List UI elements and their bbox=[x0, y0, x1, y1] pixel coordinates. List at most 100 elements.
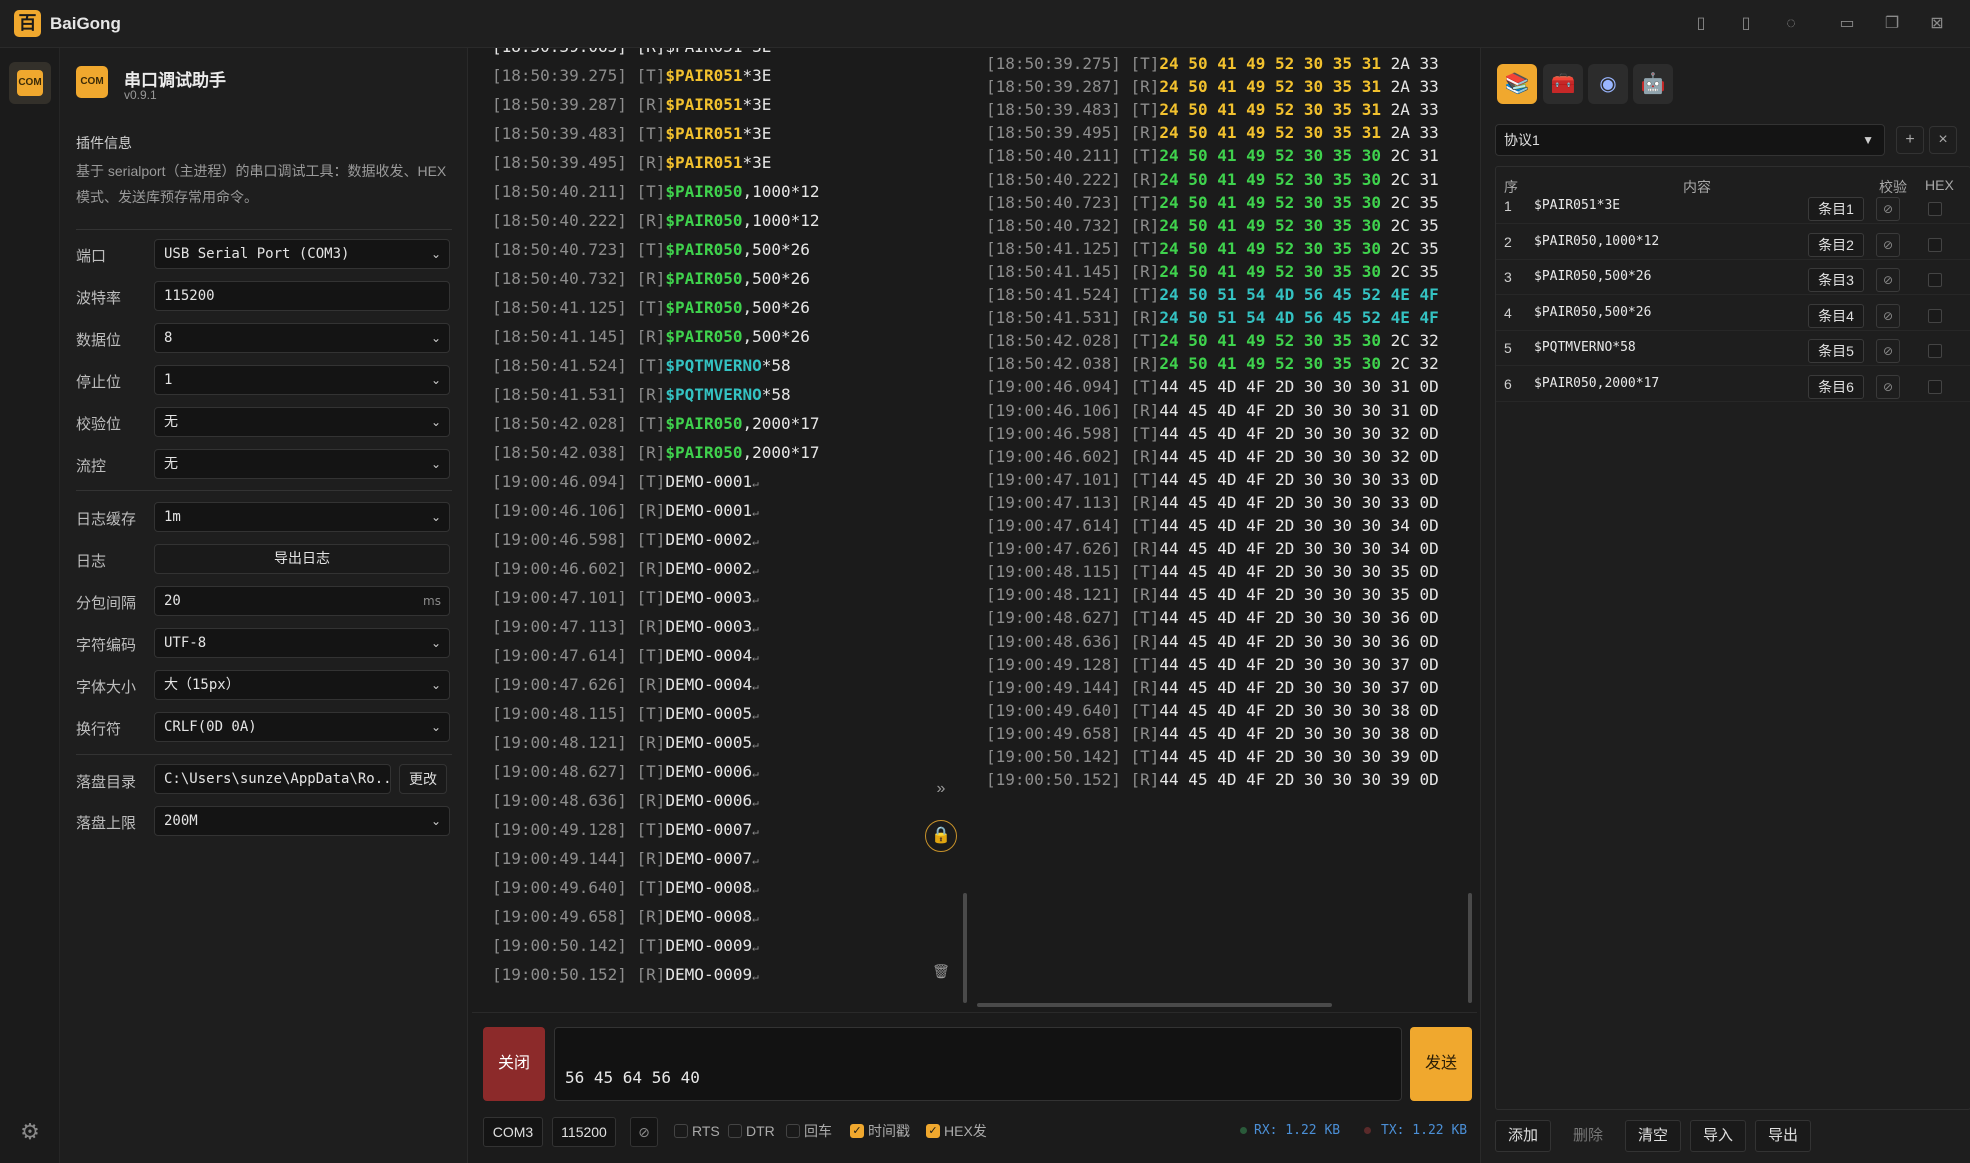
rts-checkbox[interactable] bbox=[674, 1124, 688, 1138]
clear-commands-button[interactable]: 清空 bbox=[1625, 1120, 1681, 1152]
command-row[interactable]: 2 $PAIR050,1000*12 条目2 ⊘ bbox=[1496, 228, 1970, 260]
send-input[interactable]: 56 45 64 56 40 bbox=[554, 1027, 1402, 1101]
databits-select[interactable]: 8 ⌄ bbox=[154, 323, 450, 353]
delete-command-button[interactable]: 删除 bbox=[1560, 1120, 1616, 1152]
hex-direction: [T] bbox=[1130, 747, 1160, 766]
protocol-select[interactable]: 协议1 ▼ bbox=[1495, 124, 1885, 156]
log-payload: DEMO-0005 bbox=[665, 733, 753, 752]
checksum-icon[interactable]: ⊘ bbox=[1876, 268, 1900, 292]
log-direction: [T] bbox=[636, 472, 666, 491]
hex-token: 24 50 41 49 52 30 35 30 bbox=[1159, 146, 1381, 166]
command-content[interactable]: $PAIR051*3E bbox=[1534, 198, 1620, 213]
theme-icon[interactable]: ◌ bbox=[1778, 12, 1804, 36]
hex-token: 24 50 41 49 52 30 35 31 bbox=[1159, 100, 1381, 120]
checksum-icon[interactable]: ⊘ bbox=[1876, 303, 1900, 328]
hex-checkbox[interactable] bbox=[1928, 308, 1942, 323]
library-icon[interactable]: 📚 bbox=[1497, 64, 1537, 104]
scroll-bottom-icon[interactable]: » bbox=[925, 774, 957, 806]
settings-gear-icon[interactable]: ⚙ bbox=[16, 1118, 44, 1146]
text-log-scrollbar[interactable] bbox=[963, 893, 967, 1003]
checksum-icon[interactable]: ⊘ bbox=[1876, 197, 1900, 221]
hexsend-checkbox[interactable]: ✓ bbox=[926, 1124, 940, 1138]
hex-checkbox[interactable] bbox=[1928, 273, 1942, 287]
flow-select[interactable]: 无 ⌄ bbox=[154, 449, 450, 479]
command-content[interactable]: $PAIR050,1000*12 bbox=[1534, 234, 1659, 249]
checksum-icon[interactable]: ⊘ bbox=[1876, 374, 1900, 399]
hex-log-scrollbar-h[interactable] bbox=[977, 1003, 1332, 1007]
hex-payload: 2C 35 bbox=[1380, 238, 1439, 258]
send-entry-button[interactable]: 条目5 bbox=[1808, 339, 1864, 363]
checksum-icon[interactable]: ⊘ bbox=[1876, 339, 1900, 363]
robot-icon[interactable]: 🤖 bbox=[1633, 64, 1673, 104]
hex-log-panel[interactable]: [18:50:39.275] [T]24 50 41 49 52 30 35 3… bbox=[975, 48, 1477, 1008]
export-commands-button[interactable]: 导出 bbox=[1755, 1120, 1811, 1152]
lens-icon[interactable]: ◉ bbox=[1588, 64, 1628, 104]
disklimit-select[interactable]: 200M ⌄ bbox=[154, 806, 450, 836]
add-protocol-icon[interactable]: + bbox=[1896, 126, 1924, 154]
parity-select[interactable]: 无 ⌄ bbox=[154, 407, 450, 437]
hex-checkbox[interactable] bbox=[1928, 202, 1942, 216]
command-content[interactable]: $PAIR050,2000*17 bbox=[1534, 376, 1659, 391]
minimize-icon[interactable]: ▭ bbox=[1834, 12, 1860, 36]
clear-input-icon[interactable]: ⊘ bbox=[630, 1117, 658, 1147]
command-row[interactable]: 6 $PAIR050,2000*17 条目6 ⊘ bbox=[1496, 370, 1970, 402]
timestamp-checkbox[interactable]: ✓ bbox=[850, 1124, 864, 1138]
close-port-button[interactable]: 关闭 bbox=[483, 1027, 545, 1101]
command-row[interactable]: 5 $PQTMVERNO*58 条目5 ⊘ bbox=[1496, 334, 1970, 366]
send-entry-button[interactable]: 条目4 bbox=[1808, 303, 1864, 328]
text-log-panel[interactable]: [18:50:39.063] [R]$PAIR051*3E [18:50:39.… bbox=[472, 48, 970, 1008]
baud-input[interactable]: 115200 bbox=[154, 281, 450, 311]
close-icon[interactable]: ⊠ bbox=[1924, 12, 1950, 36]
rail-item-com[interactable]: COM bbox=[9, 62, 51, 104]
export-log-button[interactable]: 导出日志 bbox=[154, 544, 450, 574]
cr-checkbox[interactable] bbox=[786, 1124, 800, 1138]
restore-icon[interactable]: ❐ bbox=[1879, 12, 1905, 36]
interval-input[interactable]: 20 ms bbox=[154, 586, 450, 616]
command-row[interactable]: 4 $PAIR050,500*26 条目4 ⊘ bbox=[1496, 299, 1970, 331]
send-button[interactable]: 发送 bbox=[1410, 1027, 1472, 1101]
logbuf-select[interactable]: 1m ⌄ bbox=[154, 502, 450, 532]
diskdir-input[interactable]: C:\Users\sunze\AppData\Ro... bbox=[154, 764, 391, 794]
send-entry-button[interactable]: 条目6 bbox=[1808, 374, 1864, 399]
send-entry-button[interactable]: 条目3 bbox=[1808, 268, 1864, 292]
change-dir-button[interactable]: 更改 bbox=[399, 764, 447, 794]
dtr-checkbox[interactable] bbox=[728, 1124, 742, 1138]
command-row[interactable]: 3 $PAIR050,500*26 条目3 ⊘ bbox=[1496, 263, 1970, 295]
sidebar-right-icon[interactable]: ▯ bbox=[1733, 12, 1759, 36]
newline-select[interactable]: CRLF(0D 0A) ⌄ bbox=[154, 712, 450, 742]
hex-checkbox[interactable] bbox=[1928, 237, 1942, 252]
port-select[interactable]: USB Serial Port (COM3) ⌄ bbox=[154, 239, 450, 269]
config-panel: COM 串口调试助手 v0.9.1 插件信息 基于 serialport（主进程… bbox=[60, 48, 468, 1163]
command-content[interactable]: $PAIR050,500*26 bbox=[1534, 269, 1651, 284]
hex-direction: [T] bbox=[1130, 146, 1160, 166]
send-entry-button[interactable]: 条目1 bbox=[1808, 197, 1864, 221]
hex-payload: 44 45 4D 4F 2D 30 30 30 34 0D bbox=[1159, 516, 1439, 535]
import-commands-button[interactable]: 导入 bbox=[1690, 1120, 1746, 1152]
hex-payload: 44 45 4D 4F 2D 30 30 30 34 0D bbox=[1159, 539, 1439, 559]
hex-token: 24 50 41 49 52 30 35 30 bbox=[1159, 215, 1381, 235]
sidebar-left-icon[interactable]: ▯ bbox=[1688, 12, 1714, 36]
toolbox-icon[interactable]: 🧰 bbox=[1543, 64, 1583, 104]
hex-direction: [T] bbox=[1130, 285, 1160, 304]
hex-log-scrollbar-v[interactable] bbox=[1468, 893, 1472, 1003]
hex-direction: [T] bbox=[1130, 654, 1160, 674]
command-content[interactable]: $PQTMVERNO*58 bbox=[1534, 340, 1636, 355]
command-content[interactable]: $PAIR050,500*26 bbox=[1534, 305, 1651, 320]
log-payload: *58 bbox=[761, 356, 791, 375]
send-entry-button[interactable]: 条目2 bbox=[1808, 232, 1864, 257]
stopbits-select[interactable]: 1 ⌄ bbox=[154, 365, 450, 395]
interval-label: 分包间隔 bbox=[76, 595, 137, 612]
fontsize-select[interactable]: 大（15px） ⌄ bbox=[154, 670, 450, 700]
checksum-icon[interactable]: ⊘ bbox=[1876, 232, 1900, 257]
hex-checkbox[interactable] bbox=[1928, 344, 1942, 358]
add-command-button[interactable]: 添加 bbox=[1495, 1120, 1551, 1152]
log-line: [18:50:39.275] [T]$PAIR051*3E bbox=[492, 61, 771, 90]
trash-icon[interactable]: 🗑 bbox=[925, 956, 957, 988]
remove-protocol-icon[interactable]: × bbox=[1929, 126, 1957, 154]
hex-timestamp: [19:00:50.142] bbox=[986, 747, 1121, 766]
encoding-select[interactable]: UTF-8 ⌄ bbox=[154, 628, 450, 658]
lock-scroll-icon[interactable]: 🔒 bbox=[925, 820, 957, 852]
hex-checkbox[interactable] bbox=[1928, 379, 1942, 394]
hex-timestamp: [19:00:48.115] bbox=[986, 562, 1121, 582]
command-row[interactable]: 1 $PAIR051*3E 条目1 ⊘ bbox=[1496, 192, 1970, 224]
